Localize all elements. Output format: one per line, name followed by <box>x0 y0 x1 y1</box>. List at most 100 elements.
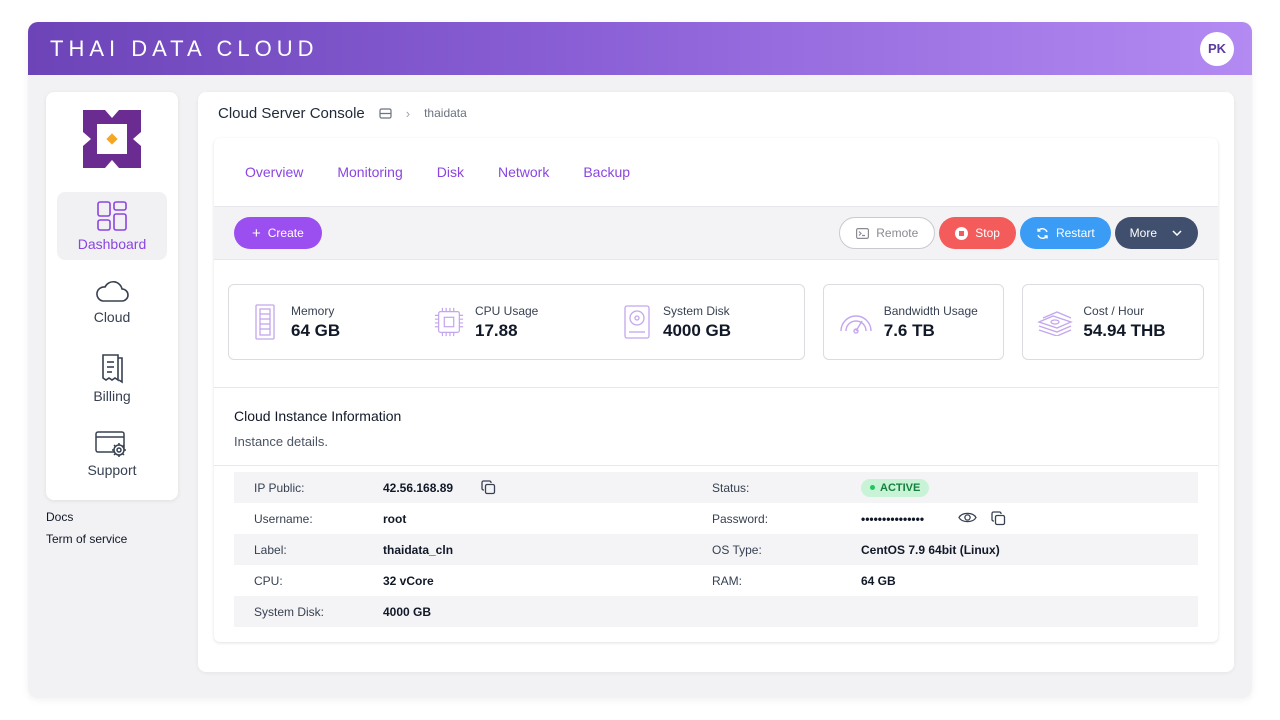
refresh-icon <box>1037 227 1048 239</box>
row-label: System Disk: <box>254 604 325 619</box>
stat-value: 7.6 TB <box>883 320 935 340</box>
more-button[interactable]: More <box>1114 217 1198 249</box>
password-actions <box>958 511 1006 526</box>
row-label: Username: <box>254 511 313 526</box>
terms-link[interactable]: Term of service <box>46 532 127 546</box>
server-icon[interactable] <box>379 107 392 119</box>
copy-icon[interactable] <box>991 511 1006 526</box>
money-icon <box>1037 306 1074 338</box>
chevron-down-icon <box>1172 230 1182 236</box>
top-bar: THAI DATA CLOUD PK <box>28 22 1252 75</box>
user-avatar[interactable]: PK <box>1200 31 1234 66</box>
stat-memory: Memory 64 GB <box>249 304 433 341</box>
breadcrumb: Cloud Server Console › thaidata <box>198 92 1234 134</box>
system-disk-value: 4000 GB <box>383 604 432 619</box>
dashboard-icon <box>97 201 127 231</box>
stat-label: Cost / Hour <box>1083 303 1145 318</box>
create-button[interactable]: + Create <box>234 217 322 249</box>
table-row: System Disk: 4000 GB <box>234 596 1198 627</box>
stat-value: 4000 GB <box>663 320 732 340</box>
disk-icon <box>621 305 653 339</box>
server-panel: Overview Monitoring Disk Network Backup … <box>214 138 1218 642</box>
stop-icon <box>955 226 969 240</box>
tab-overview[interactable]: Overview <box>245 164 303 180</box>
tab-network[interactable]: Network <box>498 164 549 180</box>
table-row: CPU: 32 vCore RAM: 64 GB <box>234 565 1198 596</box>
sidebar-item-support[interactable]: Support <box>57 420 167 488</box>
create-button-label: Create <box>267 226 304 240</box>
stat-label: Bandwidth Usage <box>883 303 978 318</box>
ip-public-value: 42.56.168.89 <box>383 480 454 495</box>
row-label: RAM: <box>712 573 742 588</box>
section-title: Cloud Instance Information <box>234 408 402 424</box>
remote-button[interactable]: Remote <box>839 217 936 249</box>
tab-monitoring[interactable]: Monitoring <box>337 164 402 180</box>
status-cell: ACTIVE <box>861 478 930 497</box>
copy-icon[interactable] <box>481 480 496 495</box>
section-subtitle: Instance details. <box>234 434 328 449</box>
sidebar-links: Docs Term of service <box>46 510 127 554</box>
sidebar-item-billing[interactable]: Billing <box>57 344 167 412</box>
stop-button[interactable]: Stop <box>939 217 1016 249</box>
stat-label: Memory <box>291 303 335 318</box>
restart-button[interactable]: Restart <box>1019 217 1111 249</box>
status-value: ACTIVE <box>880 481 921 494</box>
terminal-icon <box>856 227 870 239</box>
table-row: Label: thaidata_cln OS Type: CentOS 7.9 … <box>234 534 1198 565</box>
tab-disk[interactable]: Disk <box>437 164 464 180</box>
cpu-value: 32 vCore <box>383 573 434 588</box>
stat-value: 17.88 <box>475 320 518 340</box>
cpu-icon <box>433 306 465 338</box>
stat-system-disk: System Disk 4000 GB <box>621 304 731 341</box>
stat-value: 54.94 THB <box>1083 320 1166 340</box>
gauge-icon <box>838 306 874 338</box>
stat-bandwidth: Bandwidth Usage 7.6 TB <box>822 284 1005 360</box>
sidebar-item-dashboard[interactable]: Dashboard <box>57 192 167 260</box>
row-label: CPU: <box>254 573 283 588</box>
support-gear-icon <box>95 431 126 457</box>
ram-value: 64 GB <box>861 573 896 588</box>
tab-backup[interactable]: Backup <box>583 164 630 180</box>
label-value: thaidata_cln <box>383 542 454 557</box>
eye-icon[interactable] <box>958 511 977 526</box>
chevron-right-icon: › <box>405 105 411 121</box>
username-value: root <box>383 511 407 526</box>
action-toolbar: + Create Remote Stop Restart More <box>214 206 1218 260</box>
restart-button-label: Restart <box>1055 226 1095 240</box>
stat-cpu: CPU Usage 17.88 <box>433 304 621 341</box>
main-content: Cloud Server Console › thaidata Overview… <box>198 92 1234 672</box>
cloud-icon <box>96 281 129 302</box>
app-window: THAI DATA CLOUD PK Dashboard Cloud Billi… <box>28 22 1252 698</box>
stat-label: System Disk <box>663 303 730 318</box>
instance-info-header: Cloud Instance Information Instance deta… <box>214 388 1218 466</box>
logo <box>46 110 178 168</box>
table-row: IP Public: 42.56.168.89 Status: ACTIVE <box>234 472 1198 503</box>
sidebar-item-label: Cloud <box>93 309 131 325</box>
sidebar-item-cloud[interactable]: Cloud <box>57 268 167 336</box>
stat-value: 64 GB <box>291 320 341 340</box>
breadcrumb-current[interactable]: thaidata <box>424 106 467 120</box>
row-label: OS Type: <box>712 542 762 557</box>
stats-row: Memory 64 GB CPU Usage 17.88 System Disk… <box>214 260 1218 388</box>
instance-details-table: IP Public: 42.56.168.89 Status: ACTIVE U… <box>214 466 1218 627</box>
row-label: Status: <box>712 480 750 495</box>
sidebar-item-label: Billing <box>93 388 131 404</box>
password-cell: ••••••••••••••• <box>861 511 1006 526</box>
docs-link[interactable]: Docs <box>46 510 127 524</box>
logo-icon <box>83 110 141 168</box>
stop-button-label: Stop <box>975 226 1000 240</box>
status-dot-icon <box>870 485 875 490</box>
status-badge: ACTIVE <box>861 478 930 497</box>
remote-button-label: Remote <box>876 226 919 240</box>
stat-label: CPU Usage <box>475 303 539 318</box>
row-label: IP Public: <box>254 480 305 495</box>
sidebar: Dashboard Cloud Billing Support <box>46 92 178 500</box>
plus-icon: + <box>252 224 261 242</box>
brand-title: THAI DATA CLOUD <box>50 35 319 61</box>
row-label: Password: <box>712 511 769 526</box>
os-type-value: CentOS 7.9 64bit (Linux) <box>861 542 1000 557</box>
sidebar-item-label: Support <box>87 462 137 478</box>
receipt-icon <box>102 354 123 384</box>
resource-stats-card: Memory 64 GB CPU Usage 17.88 System Disk… <box>228 284 805 360</box>
password-value: ••••••••••••••• <box>861 511 925 526</box>
